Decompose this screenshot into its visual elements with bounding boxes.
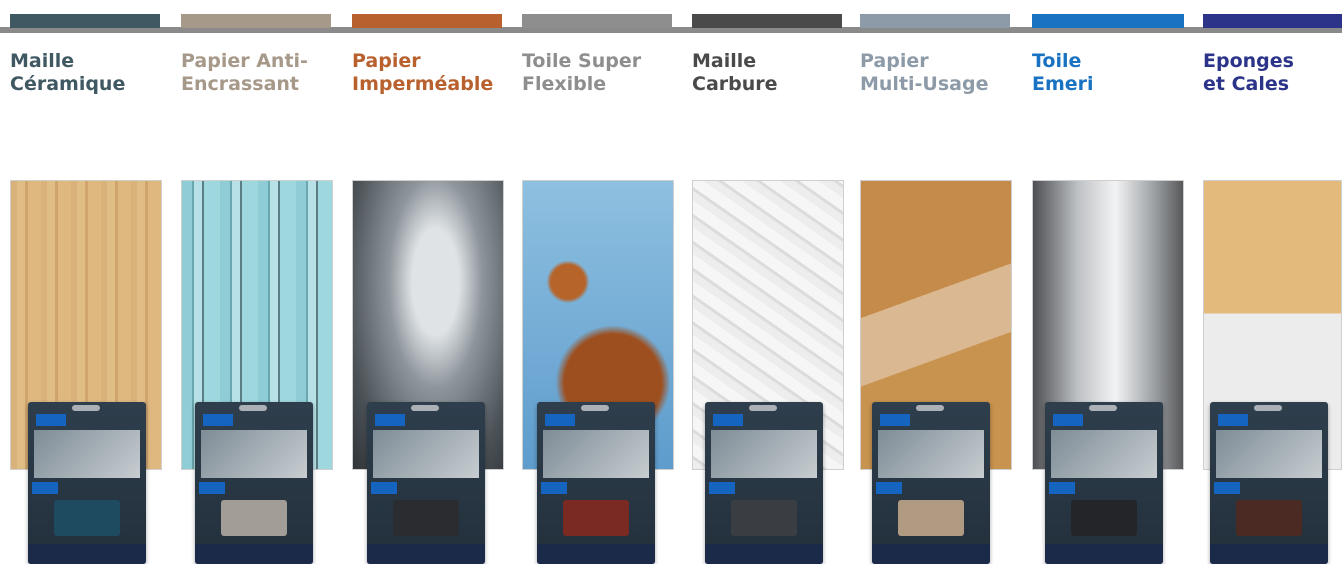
norton-logo-icon (36, 414, 66, 426)
pack-footer (195, 544, 313, 564)
category-color-bar (522, 14, 672, 28)
abrasive-sheet (563, 500, 629, 536)
pack-badge (541, 482, 567, 494)
norton-logo-icon (375, 414, 405, 426)
pack-photo (1216, 430, 1322, 478)
abrasive-sheet (393, 500, 459, 536)
category-color-bar (10, 14, 160, 28)
norton-logo-icon (880, 414, 910, 426)
hang-hole (1254, 405, 1282, 411)
pack-badge (876, 482, 902, 494)
pack-photo (373, 430, 479, 478)
category-title[interactable]: Eponges et Cales (1203, 50, 1294, 96)
pack-photo (34, 430, 140, 478)
category-title[interactable]: Papier Anti- Encrassant (181, 50, 308, 96)
pack-badge (199, 482, 225, 494)
pack-badge (32, 482, 58, 494)
norton-logo-icon (203, 414, 233, 426)
category-title[interactable]: Toile Emeri (1032, 50, 1094, 96)
product-pack[interactable] (1210, 402, 1328, 564)
category-title[interactable]: Toile Super Flexible (522, 50, 641, 96)
hang-hole (749, 405, 777, 411)
norton-logo-icon (713, 414, 743, 426)
product-pack[interactable] (28, 402, 146, 564)
category-color-bar (1032, 14, 1184, 28)
pack-badge (1049, 482, 1075, 494)
category-color-bar (181, 14, 331, 28)
abrasive-sheet (54, 500, 120, 536)
pack-photo (201, 430, 307, 478)
abrasive-sheet (731, 500, 797, 536)
pack-footer (28, 544, 146, 564)
pack-badge (709, 482, 735, 494)
abrasive-sheet (221, 500, 287, 536)
hang-hole (411, 405, 439, 411)
pack-badge (371, 482, 397, 494)
category-color-bar (352, 14, 502, 28)
norton-logo-icon (545, 414, 575, 426)
norton-logo-icon (1218, 414, 1248, 426)
pack-photo (1051, 430, 1157, 478)
pack-photo (711, 430, 817, 478)
hang-hole (72, 405, 100, 411)
abrasive-sheet (1236, 500, 1302, 536)
category-title[interactable]: Maille Céramique (10, 50, 125, 96)
abrasive-sheet (1071, 500, 1137, 536)
category-title[interactable]: Papier Multi-Usage (860, 50, 988, 96)
category-title[interactable]: Maille Carbure (692, 50, 778, 96)
category-color-bar (860, 14, 1010, 28)
product-pack[interactable] (872, 402, 990, 564)
product-pack[interactable] (705, 402, 823, 564)
pack-footer (872, 544, 990, 564)
pack-footer (537, 544, 655, 564)
hang-hole (239, 405, 267, 411)
category-color-bar (692, 14, 842, 28)
category-color-bar (1203, 14, 1342, 28)
product-pack[interactable] (195, 402, 313, 564)
hang-hole (581, 405, 609, 411)
pack-footer (367, 544, 485, 564)
pack-badge (1214, 482, 1240, 494)
hang-hole (1089, 405, 1117, 411)
pack-photo (543, 430, 649, 478)
pack-footer (1210, 544, 1328, 564)
pack-photo (878, 430, 984, 478)
category-title[interactable]: Papier Imperméable (352, 50, 493, 96)
hang-hole (916, 405, 944, 411)
pack-footer (1045, 544, 1163, 564)
product-pack[interactable] (537, 402, 655, 564)
abrasive-sheet (898, 500, 964, 536)
product-pack[interactable] (1045, 402, 1163, 564)
pack-footer (705, 544, 823, 564)
product-pack[interactable] (367, 402, 485, 564)
norton-logo-icon (1053, 414, 1083, 426)
